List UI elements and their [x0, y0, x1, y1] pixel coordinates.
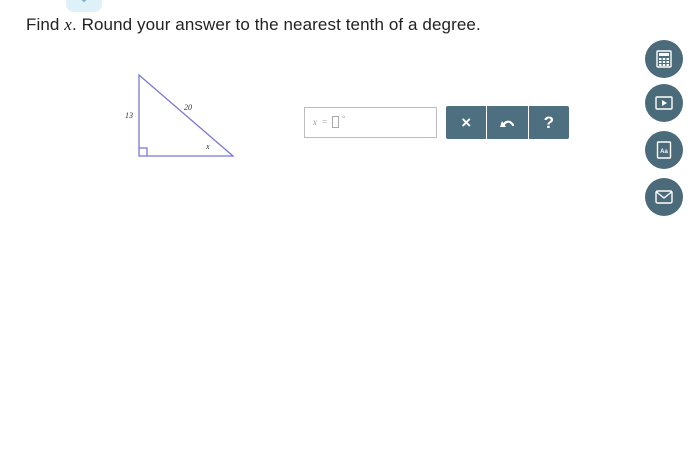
- angle-label: x: [205, 142, 210, 151]
- help-icon: ?: [543, 112, 555, 132]
- answer-variable: x: [313, 117, 317, 127]
- question-prefix: Find: [26, 15, 65, 34]
- question-suffix: . Round your answer to the nearest tenth…: [71, 15, 481, 34]
- question-variable: x: [64, 15, 72, 34]
- calculator-button[interactable]: [645, 40, 683, 78]
- triangle-shape: [138, 73, 235, 157]
- glossary-button[interactable]: Aa: [645, 131, 683, 169]
- help-button[interactable]: ?: [528, 106, 569, 139]
- answer-equals: =: [322, 117, 328, 127]
- chevron-down-icon: [81, 0, 87, 2]
- play-icon: [655, 96, 673, 110]
- right-angle-marker: [139, 147, 148, 156]
- mail-icon: [655, 190, 673, 204]
- triangle-figure: 13 20 x: [125, 73, 235, 157]
- clear-button[interactable]: ×: [446, 106, 488, 139]
- calculator-icon: [656, 50, 672, 68]
- top-tab[interactable]: [66, 0, 102, 12]
- answer-slot[interactable]: [332, 116, 340, 128]
- answer-toolbar: × ?: [446, 106, 569, 139]
- question-prompt: Find x. Round your answer to the nearest…: [26, 15, 481, 35]
- message-button[interactable]: [645, 178, 683, 216]
- video-button[interactable]: [645, 84, 683, 122]
- hypotenuse-label: 20: [184, 103, 192, 112]
- clear-icon: ×: [461, 112, 472, 132]
- answer-input[interactable]: x = °: [304, 107, 437, 138]
- undo-button[interactable]: [487, 106, 529, 139]
- degree-symbol: °: [342, 113, 346, 123]
- vertical-side-label: 13: [125, 111, 133, 120]
- glossary-label: Aa: [660, 149, 668, 155]
- answer-expression: x = °: [313, 113, 347, 128]
- glossary-icon: Aa: [656, 141, 672, 159]
- undo-icon: [500, 120, 515, 127]
